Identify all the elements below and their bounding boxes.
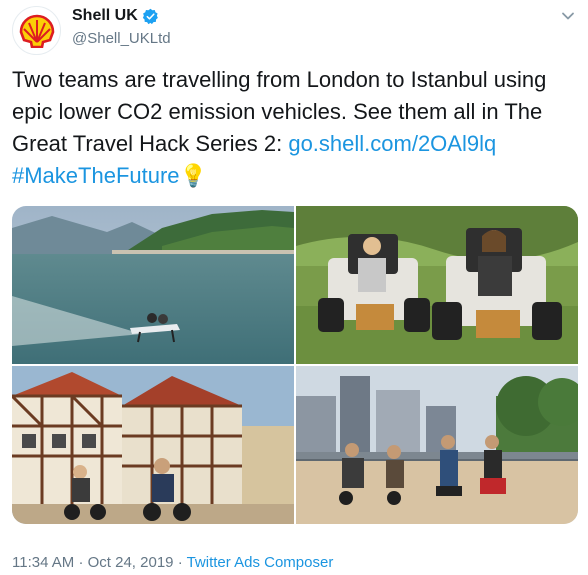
off-road-wheelchairs-photo[interactable] [296,206,578,364]
lake-hydrofoil-photo[interactable] [12,206,294,364]
tweet-link[interactable]: go.shell.com/2OAl9lq [288,131,496,156]
author-name-row: Shell UK [72,7,159,25]
city-bridge-rides-photo[interactable] [296,366,578,524]
tweet-meta: 11:34 AM · Oct 24, 2019 · Twitter Ads Co… [12,554,333,571]
meta-separator: · [78,554,84,571]
tweet-card: Shell UK @Shell_UKLtd Two teams are trav… [0,0,588,575]
shell-logo-icon [19,14,54,48]
handle[interactable]: @Shell_UKLtd [72,30,171,47]
hashtag-link[interactable]: #MakeTheFuture [12,163,180,188]
display-name[interactable]: Shell UK [72,7,138,25]
village-scooters-photo[interactable] [12,366,294,524]
tweet-date[interactable]: Oct 24, 2019 [88,554,174,571]
lightbulb-emoji-icon: 💡 [179,163,207,188]
tweet-time[interactable]: 11:34 AM [12,554,74,571]
media-grid [12,206,578,524]
chevron-down-icon[interactable] [560,8,576,29]
meta-separator: · [177,554,183,571]
verified-badge-icon [142,8,159,25]
tweet-source-link[interactable]: Twitter Ads Composer [187,554,334,571]
tweet-text: Two teams are travelling from London to … [12,64,578,192]
avatar[interactable] [12,6,61,55]
